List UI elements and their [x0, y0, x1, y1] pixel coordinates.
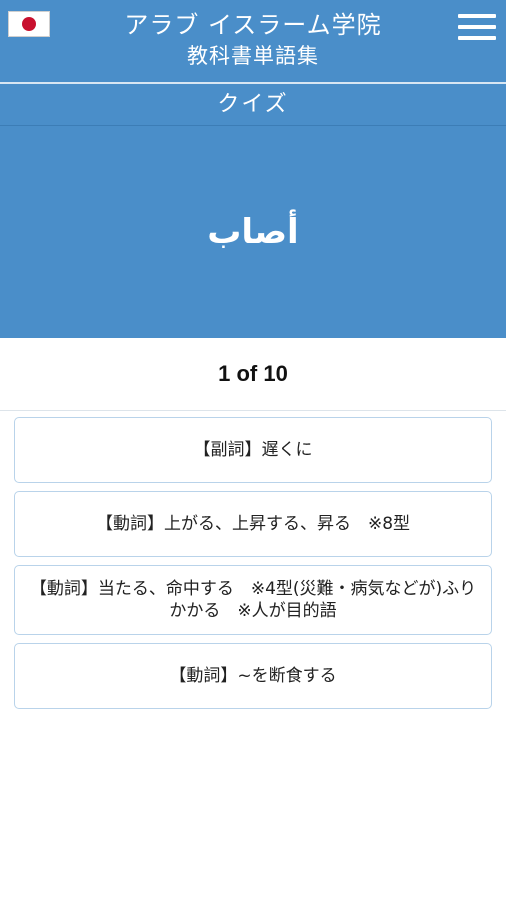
- app-title: アラブ イスラーム学院: [124, 11, 382, 39]
- answer-option-text: 【動詞】上がる、上昇する、昇る ※8型: [95, 514, 411, 534]
- answer-option-2[interactable]: 【動詞】上がる、上昇する、昇る ※8型: [14, 491, 492, 557]
- answer-option-text: 【動詞】~を断食する: [169, 666, 337, 686]
- answer-option-3[interactable]: 【動詞】当たる、命中する ※4型(災難・病気などが)ふりかかる ※人が目的語: [14, 565, 492, 635]
- menu-line: [458, 14, 496, 18]
- answer-option-text: 【副詞】遅くに: [193, 440, 313, 460]
- quiz-label: クイズ: [0, 84, 506, 126]
- app-subtitle: 教科書単語集: [187, 44, 319, 68]
- menu-line: [458, 25, 496, 29]
- hamburger-menu-icon[interactable]: [458, 14, 496, 40]
- question-word-panel: أصاب: [0, 126, 506, 338]
- question-word: أصاب: [207, 212, 299, 252]
- answer-option-text: 【動詞】当たる、命中する ※4型(災難・病気などが)ふりかかる ※人が目的語: [29, 579, 477, 621]
- quiz-progress: 1 of 10: [0, 338, 506, 411]
- answer-option-4[interactable]: 【動詞】~を断食する: [14, 643, 492, 709]
- answer-option-1[interactable]: 【副詞】遅くに: [14, 417, 492, 483]
- answer-options: 【副詞】遅くに 【動詞】上がる、上昇する、昇る ※8型 【動詞】当たる、命中する…: [0, 411, 506, 709]
- app-header: アラブ イスラーム学院 教科書単語集: [0, 0, 506, 84]
- menu-line: [458, 36, 496, 40]
